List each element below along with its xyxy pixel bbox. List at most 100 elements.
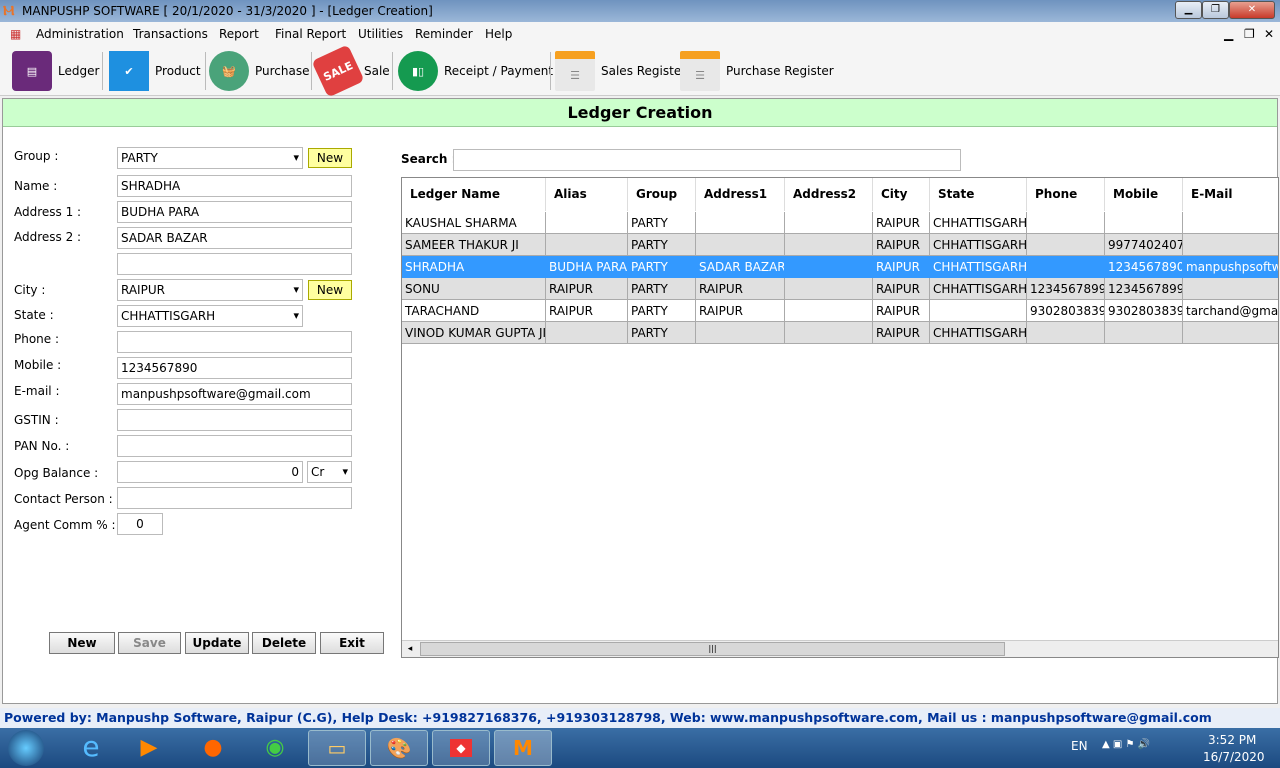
table-cell[interactable] — [1027, 234, 1105, 256]
paint-icon[interactable]: 🎨 — [370, 730, 428, 766]
table-cell[interactable]: manpushpsoftware@gmail.com — [1183, 256, 1278, 278]
table-cell[interactable]: 1234567890 — [1105, 256, 1183, 278]
table-cell[interactable]: RAIPUR — [546, 278, 628, 300]
table-cell[interactable] — [696, 234, 785, 256]
table-cell[interactable] — [785, 300, 873, 322]
table-row[interactable]: TARACHAND RAIPUR PARTY RAIPUR RAIPUR 93028038… — [402, 300, 1278, 322]
tray-icons[interactable]: ▲ ▣ ⚑ 🔊 — [1102, 739, 1150, 750]
chrome-icon[interactable]: ◉ — [246, 730, 304, 766]
table-cell[interactable]: PARTY — [628, 300, 696, 322]
table-cell[interactable]: 1234567899 — [1105, 278, 1183, 300]
exit-button[interactable]: Exit — [320, 632, 384, 654]
update-button[interactable]: Update — [185, 632, 249, 654]
horizontal-scrollbar[interactable]: ◂ ||| — [402, 640, 1278, 657]
menu-administration[interactable]: Administration — [36, 22, 124, 46]
table-cell[interactable]: PARTY — [628, 212, 696, 234]
table-cell[interactable]: PARTY — [628, 278, 696, 300]
table-cell[interactable]: CHHATTISGARH — [930, 234, 1027, 256]
column-header[interactable]: E-Mail — [1183, 178, 1278, 211]
column-header[interactable]: Address1 — [696, 178, 785, 211]
table-cell[interactable]: SONU — [402, 278, 546, 300]
mdi-minimize-button[interactable]: ▁ — [1224, 22, 1233, 46]
toolbar-purchase[interactable]: 🧺 Purchase — [209, 48, 310, 94]
menu-transactions[interactable]: Transactions — [133, 22, 208, 46]
table-cell[interactable]: 9302803839 — [1105, 300, 1183, 322]
table-cell[interactable] — [1027, 322, 1105, 344]
table-cell[interactable] — [696, 212, 785, 234]
table-cell[interactable] — [785, 256, 873, 278]
new-group-button[interactable]: New — [308, 148, 352, 168]
menu-reminder[interactable]: Reminder — [415, 22, 473, 46]
table-cell[interactable] — [1183, 234, 1278, 256]
table-cell[interactable]: RAIPUR — [696, 300, 785, 322]
clock-time[interactable]: 3:52 PM — [1208, 733, 1256, 747]
minimize-button[interactable]: ▁ — [1175, 1, 1202, 19]
pan-input[interactable] — [117, 435, 352, 457]
table-row[interactable]: SHRADHA BUDHA PARA PARTY SADAR BAZAR RAIPUR C… — [402, 256, 1278, 278]
search-input[interactable] — [453, 149, 961, 171]
table-cell[interactable]: RAIPUR — [696, 278, 785, 300]
table-cell[interactable] — [1183, 212, 1278, 234]
table-cell[interactable]: PARTY — [628, 234, 696, 256]
agent-comm-input[interactable]: 0 — [117, 513, 163, 535]
menu-utilities[interactable]: Utilities — [358, 22, 403, 46]
table-cell[interactable]: CHHATTISGARH — [930, 278, 1027, 300]
clock-date[interactable]: 16/7/2020 — [1203, 750, 1265, 764]
table-cell[interactable] — [1183, 278, 1278, 300]
state-select[interactable]: CHHATTISGARH — [117, 305, 303, 327]
column-header[interactable]: Alias — [546, 178, 628, 211]
table-cell[interactable] — [930, 300, 1027, 322]
opg-type-select[interactable]: Cr — [307, 461, 352, 483]
table-cell[interactable]: SHRADHA — [402, 256, 546, 278]
toolbar-sales-register[interactable]: ☰ Sales Register — [555, 48, 686, 94]
table-cell[interactable]: RAIPUR — [873, 256, 930, 278]
table-cell[interactable]: RAIPUR — [873, 234, 930, 256]
column-header[interactable]: Phone — [1027, 178, 1105, 211]
scrollbar-thumb[interactable]: ||| — [420, 642, 1005, 656]
table-cell[interactable] — [546, 212, 628, 234]
table-cell[interactable] — [785, 212, 873, 234]
city-select[interactable]: RAIPUR — [117, 279, 303, 301]
table-cell[interactable] — [785, 234, 873, 256]
table-cell[interactable] — [1027, 212, 1105, 234]
contact-person-input[interactable] — [117, 487, 352, 509]
anydesk-icon[interactable]: ◆ — [432, 730, 490, 766]
group-select[interactable]: PARTY — [117, 147, 303, 169]
table-cell[interactable]: CHHATTISGARH — [930, 322, 1027, 344]
table-row[interactable]: SAMEER THAKUR JI PARTY RAIPUR CHHATTISGARH 9… — [402, 234, 1278, 256]
file-explorer-icon[interactable]: ▭ — [308, 730, 366, 766]
address1-input[interactable]: BUDHA PARA — [117, 201, 352, 223]
table-cell[interactable] — [1183, 322, 1278, 344]
phone-input[interactable] — [117, 331, 352, 353]
opg-balance-input[interactable]: 0 — [117, 461, 303, 483]
table-cell[interactable] — [1027, 256, 1105, 278]
table-cell[interactable]: RAIPUR — [873, 278, 930, 300]
menu-help[interactable]: Help — [485, 22, 512, 46]
table-cell[interactable]: SAMEER THAKUR JI — [402, 234, 546, 256]
maximize-button[interactable]: ❐ — [1202, 1, 1229, 19]
column-header[interactable]: Ledger Name — [402, 178, 546, 211]
mdi-close-button[interactable]: ✕ — [1264, 22, 1274, 46]
column-header[interactable]: Mobile — [1105, 178, 1183, 211]
table-cell[interactable] — [546, 322, 628, 344]
table-cell[interactable]: PARTY — [628, 322, 696, 344]
delete-button[interactable]: Delete — [252, 632, 316, 654]
new-city-button[interactable]: New — [308, 280, 352, 300]
app-menu-icon[interactable]: ▦ — [10, 22, 21, 46]
table-cell[interactable]: tarchand@gmail.com — [1183, 300, 1278, 322]
toolbar-receipt-payment[interactable]: ▮▯ Receipt / Payment — [398, 48, 553, 94]
table-cell[interactable] — [546, 234, 628, 256]
table-cell[interactable] — [1105, 212, 1183, 234]
email-input[interactable]: manpushpsoftware@gmail.com — [117, 383, 352, 405]
table-cell[interactable]: BUDHA PARA — [546, 256, 628, 278]
media-player-icon[interactable]: ▶ — [120, 730, 178, 766]
table-cell[interactable]: CHHATTISGARH — [930, 212, 1027, 234]
close-button[interactable]: ✕ — [1229, 1, 1275, 19]
save-button[interactable]: Save — [118, 632, 181, 654]
manpushp-app-icon[interactable]: M — [494, 730, 552, 766]
table-cell[interactable]: 9977402407 — [1105, 234, 1183, 256]
firefox-icon[interactable]: ● — [184, 730, 242, 766]
address3-input[interactable] — [117, 253, 352, 275]
table-cell[interactable]: PARTY — [628, 256, 696, 278]
column-header[interactable]: State — [930, 178, 1027, 211]
